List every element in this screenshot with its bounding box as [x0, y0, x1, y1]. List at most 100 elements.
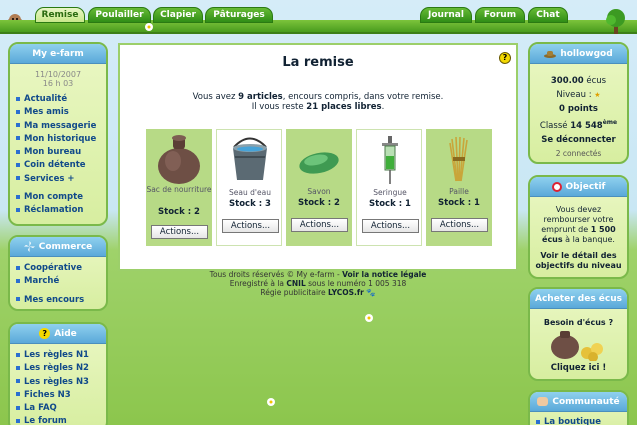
inventory-item: Paille Stock : 1 Actions... — [426, 129, 492, 246]
tab-remise[interactable]: Remise — [35, 7, 85, 23]
bullet-icon — [16, 297, 20, 302]
actions-button[interactable]: Actions... — [291, 218, 348, 232]
bullet-icon — [16, 392, 20, 397]
people-icon — [537, 397, 549, 406]
flower-icon — [267, 398, 275, 406]
objectif-title: Objectif — [565, 182, 606, 192]
menu-label: La boutique — [544, 417, 601, 425]
article-count: 9 articles — [238, 92, 283, 102]
menu-label: Le forum — [24, 416, 67, 425]
menu-reclamation[interactable]: Réclamation — [16, 204, 106, 217]
communaute-header: Communauté — [530, 392, 627, 412]
bullet-icon — [16, 162, 20, 167]
money-sack-icon[interactable] — [545, 329, 615, 361]
buy-ecus-box: Acheter des écus Besoin d'écus ? Cliquez… — [528, 287, 629, 381]
commerce-menu: Coopérative Marché Mes encours — [10, 257, 106, 307]
tab-chat[interactable]: Chat — [528, 7, 568, 23]
myfarm-title: My e-farm — [10, 44, 106, 64]
aide-title: Aide — [54, 329, 77, 339]
menu-historique[interactable]: Mon historique — [16, 133, 106, 146]
menu-regles-n1[interactable]: Les règles N1 — [16, 349, 106, 362]
menu-regles-n2[interactable]: Les règles N2 — [16, 362, 106, 375]
menu-label: Mon bureau — [24, 147, 82, 158]
menu-label: Marché — [24, 276, 60, 287]
aide-box: ? Aide Les règles N1 Les règles N2 Les rè… — [8, 322, 108, 425]
summary-text: , encours compris, dans votre remise. — [282, 92, 444, 102]
soap-icon — [299, 152, 339, 174]
date-text: 11/10/2007 — [34, 70, 82, 79]
menu-mes-amis[interactable]: Mes amis — [16, 106, 106, 119]
tab-poulailler[interactable]: Poulailler — [88, 7, 151, 23]
footer-line-2: Enregistré à la CNIL sous le numéro 1 00… — [118, 279, 518, 288]
buy-ecus-question: Besoin d'écus ? — [543, 318, 614, 327]
inventory-item: Savon Stock : 2 Actions... — [286, 129, 352, 246]
sack-icon — [158, 135, 200, 184]
menu-cooperative[interactable]: Coopérative — [16, 262, 106, 275]
bullet-icon — [16, 405, 20, 410]
menu-faq[interactable]: La FAQ — [16, 402, 106, 415]
bullet-icon — [16, 379, 20, 384]
remise-panel: La remise ? Vous avez 9 articles, encour… — [118, 43, 518, 271]
menu-label: Mes encours — [24, 294, 85, 305]
rank-label: Classé — [539, 120, 571, 131]
menu-label: Fiches N3 — [24, 389, 71, 400]
copyright-text: Tous droits réservés © My e-farm - — [209, 270, 343, 279]
actions-button[interactable]: Actions... — [151, 225, 208, 239]
bullet-icon — [16, 352, 20, 357]
menu-mes-encours[interactable]: Mes encours — [16, 294, 106, 307]
bullet-icon — [16, 207, 20, 212]
connected-count[interactable]: 2 connectés — [530, 147, 627, 161]
tab-journal[interactable]: Journal — [420, 7, 472, 23]
item-stock: Stock : 1 — [369, 199, 411, 209]
actions-button[interactable]: Actions... — [222, 219, 279, 233]
menu-boutique[interactable]: La boutique — [536, 416, 627, 425]
logout-link[interactable]: Se déconnecter — [530, 133, 627, 147]
bullet-icon — [16, 123, 20, 128]
page-title: La remise — [282, 55, 354, 70]
menu-bureau[interactable]: Mon bureau — [16, 146, 106, 159]
tab-paturages[interactable]: Pâturages — [205, 7, 273, 23]
rank-suffix: ème — [602, 119, 618, 126]
menu-fiches-n3[interactable]: Fiches N3 — [16, 389, 106, 402]
objectif-detail-link[interactable]: Voir le détail des objectifs du niveau — [530, 245, 627, 271]
summary-line-2: Il vous reste 21 places libres. — [120, 102, 516, 112]
time-text: 16 h 03 — [42, 79, 74, 88]
ecus-display: 300.00 écus — [530, 74, 627, 88]
tab-forum[interactable]: Forum — [475, 7, 525, 23]
help-button[interactable]: ? — [499, 52, 511, 64]
niveau-display: Niveau : ★ — [530, 88, 627, 102]
syringe-icon — [382, 136, 398, 184]
menu-forum[interactable]: Le forum — [16, 415, 106, 425]
menu-messagerie[interactable]: Ma messagerie — [16, 120, 106, 133]
user-header: hollowgod — [530, 44, 627, 64]
summary-text: Vous avez — [192, 92, 239, 102]
menu-label: Mes amis — [24, 107, 69, 118]
menu-actualite[interactable]: Actualité — [16, 93, 106, 106]
inventory-item: Sac de nourriture Stock : 2 Actions... — [146, 129, 212, 246]
menu-coin-detente[interactable]: Coin détente — [16, 159, 106, 172]
actions-button[interactable]: Actions... — [362, 219, 419, 233]
user-box: hollowgod 300.00 écus Niveau : ★ 0 point… — [528, 42, 629, 164]
commerce-box: Commerce Coopérative Marché Mes encours — [8, 235, 108, 311]
menu-label: Les règles N3 — [24, 376, 89, 387]
actions-button[interactable]: Actions... — [431, 218, 488, 232]
buy-ecus-link[interactable]: Cliquez ici ! — [530, 363, 627, 373]
lycos-dog-icon: 🐾 — [366, 288, 376, 297]
menu-services[interactable]: Services + — [16, 173, 106, 186]
inventory-grid: Sac de nourriture Stock : 2 Actions... S… — [146, 129, 492, 246]
menu-mon-compte[interactable]: Mon compte — [16, 191, 106, 204]
item-stock: Stock : 2 — [298, 198, 340, 208]
ad-text: Régie publicitaire — [260, 288, 328, 297]
menu-marche[interactable]: Marché — [16, 275, 106, 288]
lycos-link[interactable]: LYCOS.fr — [328, 288, 364, 297]
date-display: 11/10/2007 16 h 03 — [10, 64, 106, 88]
niveau-label: Niveau : — [556, 90, 592, 100]
free-slots: 21 places libres — [306, 102, 382, 112]
menu-regles-n3[interactable]: Les règles N3 — [16, 376, 106, 389]
bullet-icon — [16, 194, 20, 199]
item-stock: Stock : 2 — [158, 207, 200, 217]
cnil-text: Enregistré à la — [229, 279, 287, 288]
legal-notice-link[interactable]: Voir la notice légale — [342, 270, 426, 279]
tab-clapier[interactable]: Clapier — [153, 7, 203, 23]
objectif-header: Objectif — [530, 177, 627, 197]
